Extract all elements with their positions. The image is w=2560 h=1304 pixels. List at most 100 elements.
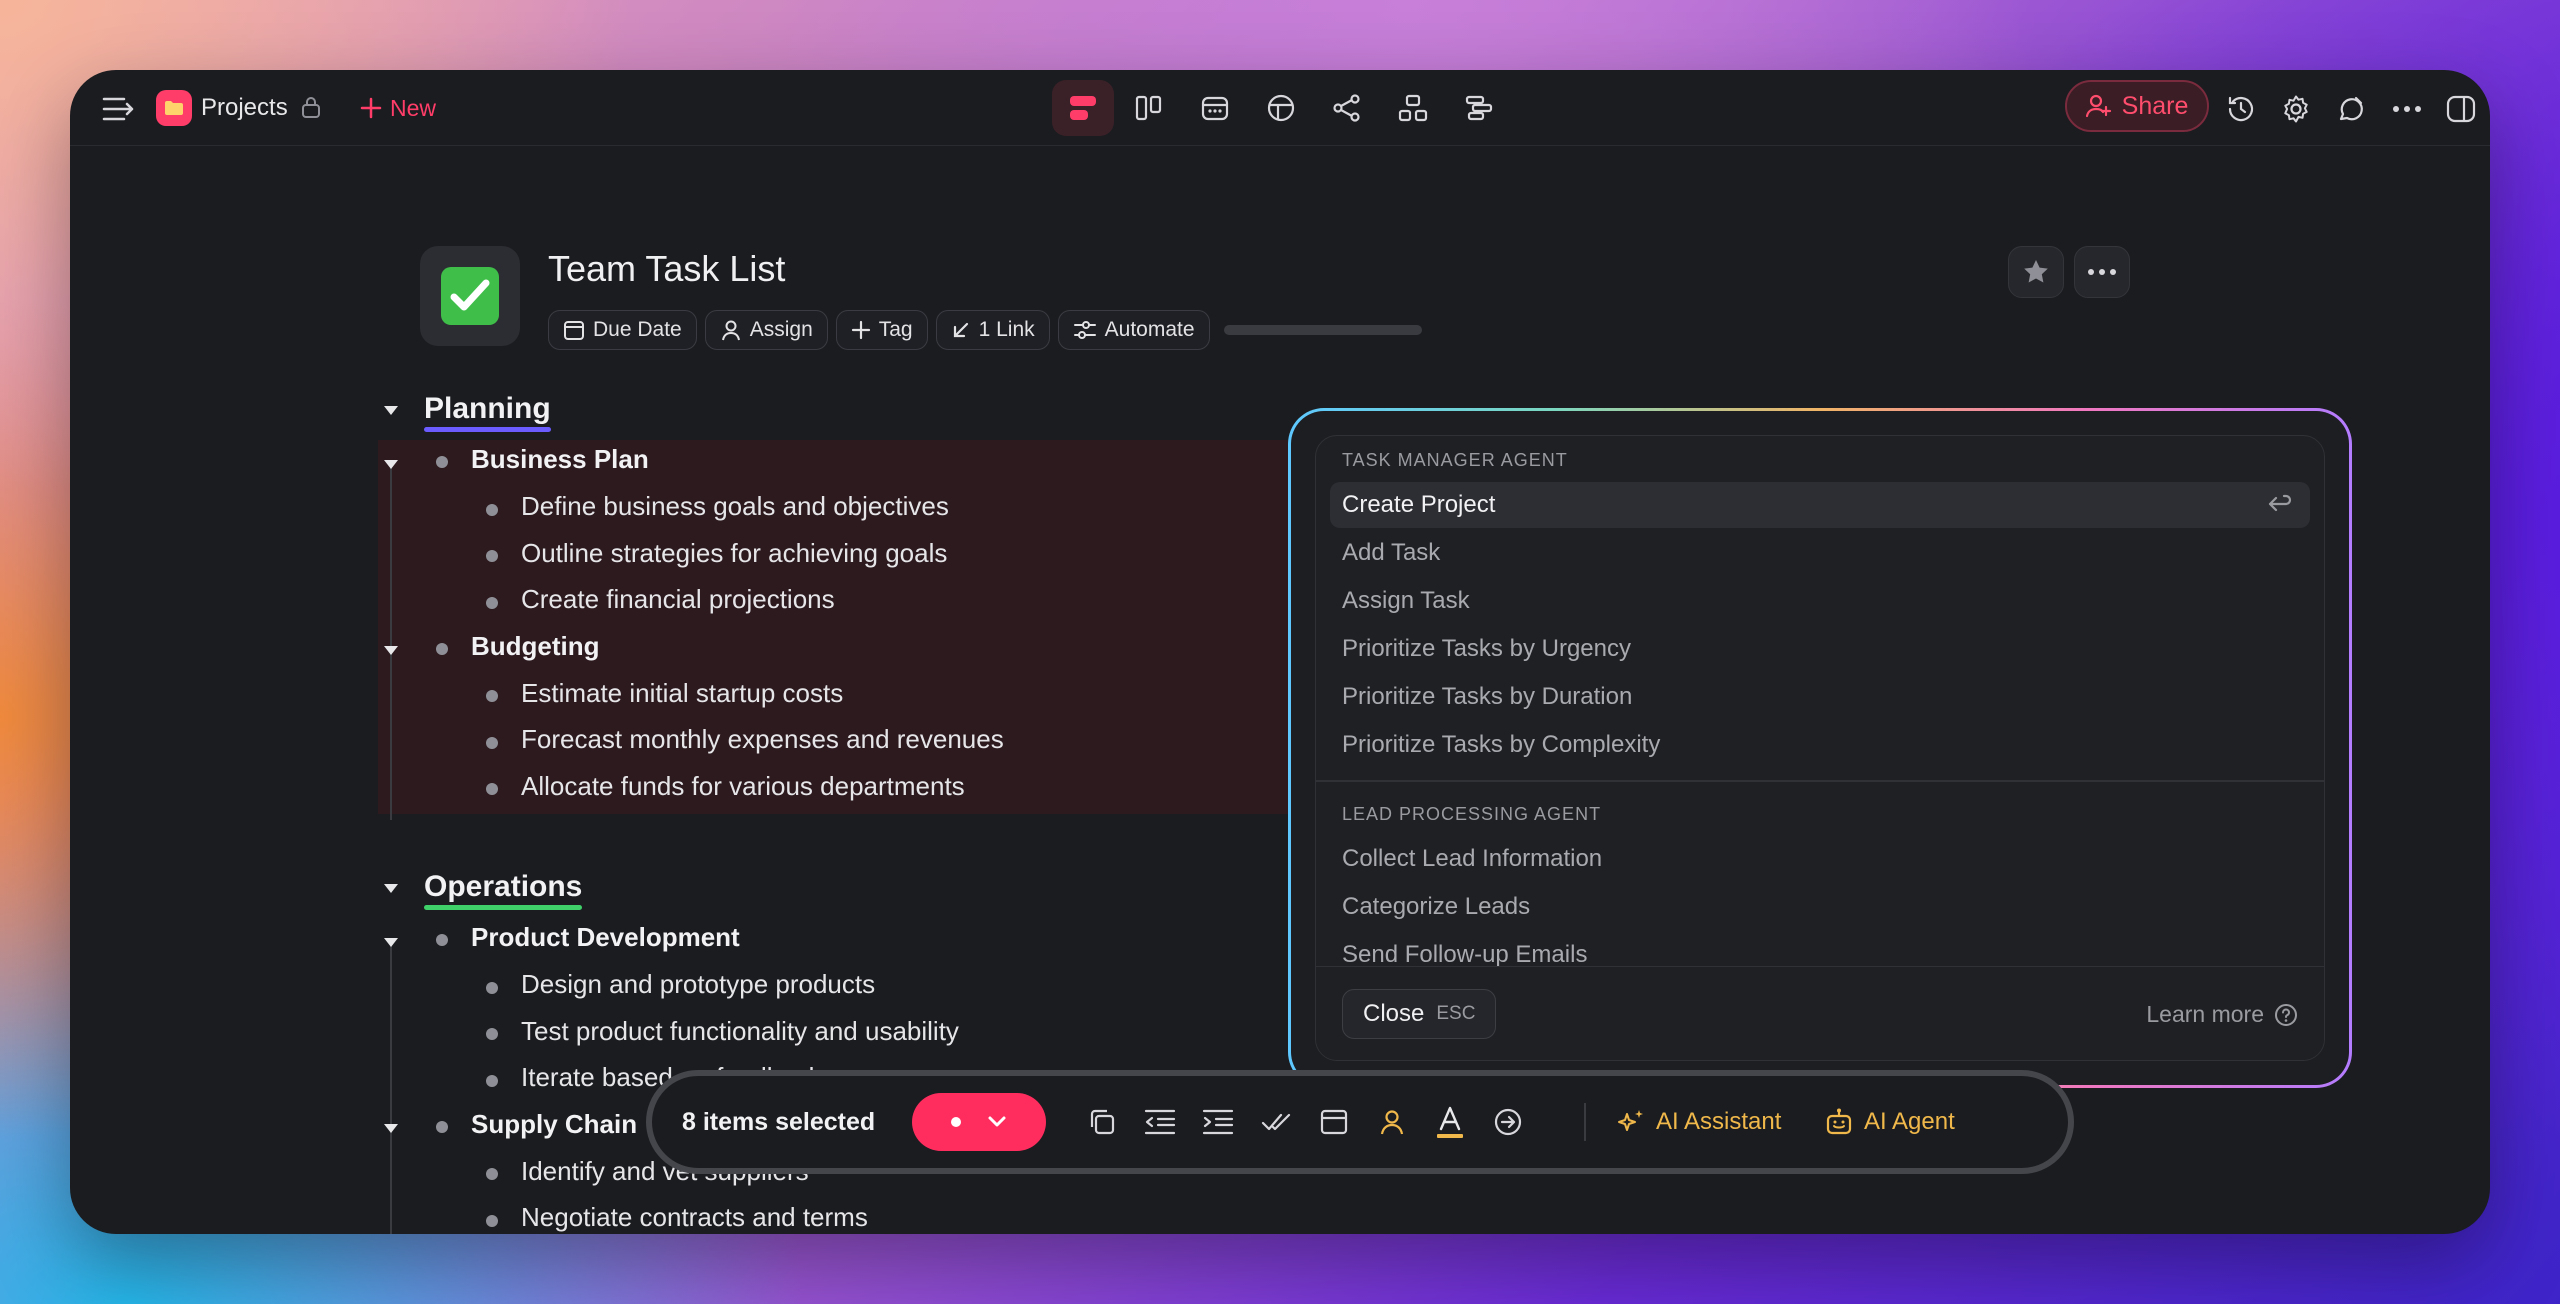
bullet-dot[interactable] (486, 597, 498, 609)
bullet-dot[interactable] (486, 1215, 498, 1227)
double-check-icon[interactable] (1254, 1100, 1298, 1144)
agent-item-add-task[interactable]: Add Task (1330, 530, 2310, 576)
agent-item-create-project[interactable]: Create Project (1330, 482, 2310, 528)
collapse-caret-icon[interactable] (384, 646, 398, 655)
move-to-icon[interactable] (1486, 1100, 1530, 1144)
section-title-planning[interactable]: Planning (424, 392, 551, 432)
list-item-supply-chain[interactable]: Supply Chain (471, 1109, 637, 1140)
view-mindmap-icon[interactable] (1316, 80, 1378, 136)
robot-icon (1826, 1108, 1852, 1135)
assign-person-icon[interactable] (1370, 1100, 1414, 1144)
history-icon[interactable] (2222, 90, 2260, 128)
assign-chip[interactable]: Assign (704, 310, 828, 350)
bullet-dot[interactable] (436, 456, 448, 468)
agent-item-collect-lead[interactable]: Collect Lead Information (1330, 836, 2310, 882)
top-bar: Projects New Share (70, 70, 2490, 146)
color-picker-button[interactable] (912, 1093, 1046, 1151)
view-board-icon[interactable] (1118, 80, 1180, 136)
bullet-dot[interactable] (486, 690, 498, 702)
collapse-caret-icon[interactable] (384, 884, 398, 893)
indent-icon[interactable] (1196, 1100, 1240, 1144)
bullet-dot[interactable] (436, 643, 448, 655)
view-diagram-icon[interactable] (1382, 80, 1444, 136)
bullet-dot[interactable] (486, 1075, 498, 1087)
workspace-title[interactable]: Projects (201, 92, 288, 124)
section-title-operations[interactable]: Operations (424, 870, 583, 910)
agent-menu-panel: TASK MANAGER AGENT Create Project Add Ta… (1315, 435, 2325, 1061)
link-label: 1 Link (978, 318, 1035, 341)
agent-group-label: TASK MANAGER AGENT (1342, 450, 1568, 470)
new-button[interactable]: New (360, 90, 436, 126)
bullet-dot[interactable] (486, 504, 498, 516)
bullet-dot[interactable] (486, 982, 498, 994)
list-item[interactable]: Define business goals and objectives (521, 491, 949, 522)
more-options-icon[interactable] (2388, 90, 2426, 128)
agent-item-prioritize-duration[interactable]: Prioritize Tasks by Duration (1330, 674, 2310, 720)
card-icon[interactable] (1312, 1100, 1356, 1144)
bullet-dot[interactable] (486, 737, 498, 749)
share-button[interactable]: Share (2065, 80, 2209, 132)
list-item[interactable]: Negotiate contracts and terms (521, 1202, 868, 1233)
list-item[interactable]: Allocate funds for various departments (521, 771, 965, 802)
ai-assistant-button[interactable]: AI Assistant (1616, 1108, 1781, 1136)
collapse-caret-icon[interactable] (384, 938, 398, 947)
list-item[interactable]: Test product functionality and usability (521, 1016, 959, 1047)
ai-agent-button[interactable]: AI Agent (1824, 1107, 1955, 1137)
list-item-business-plan[interactable]: Business Plan (471, 444, 649, 475)
view-outline-icon[interactable] (1052, 80, 1114, 136)
view-switcher (1052, 80, 1510, 136)
tag-chip[interactable]: Tag (835, 310, 928, 350)
collapse-caret-icon[interactable] (384, 406, 398, 415)
bullet-dot[interactable] (486, 550, 498, 562)
bullet-dot[interactable] (436, 1121, 448, 1133)
list-item[interactable]: Create financial projections (521, 584, 835, 615)
close-button[interactable]: Close ESC (1342, 989, 1497, 1039)
agent-item-assign-task[interactable]: Assign Task (1330, 578, 2310, 624)
page-title[interactable]: Team Task List (548, 248, 785, 290)
agent-menu-footer: Close ESC Learn more (1316, 966, 2324, 1060)
lock-icon (298, 92, 324, 122)
automate-chip[interactable]: Automate (1057, 310, 1210, 350)
agent-item-prioritize-complexity[interactable]: Prioritize Tasks by Complexity (1330, 722, 2310, 768)
view-timeline-icon[interactable] (1448, 80, 1510, 136)
esc-key-hint: ESC (1436, 1003, 1476, 1024)
agent-item-categorize-leads[interactable]: Categorize Leads (1330, 884, 2310, 930)
list-item-budgeting[interactable]: Budgeting (471, 631, 600, 662)
comments-icon[interactable] (2332, 90, 2370, 128)
collapse-caret-icon[interactable] (384, 460, 398, 469)
list-item[interactable]: Estimate initial startup costs (521, 678, 843, 709)
bullet-dot[interactable] (486, 1168, 498, 1180)
due-date-chip[interactable]: Due Date (548, 310, 697, 350)
outdent-icon[interactable] (1138, 1100, 1182, 1144)
tag-label: Tag (878, 318, 913, 341)
settings-gear-icon[interactable] (2277, 90, 2315, 128)
list-item[interactable]: Design and prototype products (521, 969, 875, 1000)
sidebar-toggle-icon[interactable] (98, 90, 138, 128)
outline-guide-line (390, 942, 392, 1234)
side-panel-icon[interactable] (2442, 90, 2480, 128)
agent-item-prioritize-urgency[interactable]: Prioritize Tasks by Urgency (1330, 626, 2310, 672)
collapse-caret-icon[interactable] (384, 1124, 398, 1133)
list-item[interactable]: Outline strategies for achieving goals (521, 538, 947, 569)
page-more-icon[interactable] (2074, 246, 2130, 298)
list-item-product-development[interactable]: Product Development (471, 922, 740, 953)
page-emoji-icon[interactable] (420, 246, 520, 346)
agent-menu-body: TASK MANAGER AGENT Create Project Add Ta… (1291, 411, 2349, 1085)
bullet-dot[interactable] (486, 783, 498, 795)
plus-icon (360, 97, 382, 119)
bullet-dot[interactable] (436, 934, 448, 946)
favorite-star-icon[interactable] (2008, 246, 2064, 298)
text-color-icon[interactable] (1428, 1100, 1472, 1144)
bullet-dot[interactable] (486, 1028, 498, 1040)
color-dot-icon (951, 1117, 961, 1127)
list-item[interactable]: Forecast monthly expenses and revenues (521, 724, 1004, 755)
projects-folder-icon (156, 90, 192, 126)
operations-underline (424, 905, 583, 910)
calendar-icon (564, 321, 584, 340)
learn-more-link[interactable]: Learn more (2146, 1001, 2298, 1028)
selection-toolbar: 8 items selected AI Assistant AI Agent (646, 1070, 2074, 1174)
duplicate-icon[interactable] (1080, 1100, 1124, 1144)
link-chip[interactable]: 1 Link (935, 310, 1050, 350)
view-table-icon[interactable] (1250, 80, 1312, 136)
view-calendar-icon[interactable] (1184, 80, 1246, 136)
